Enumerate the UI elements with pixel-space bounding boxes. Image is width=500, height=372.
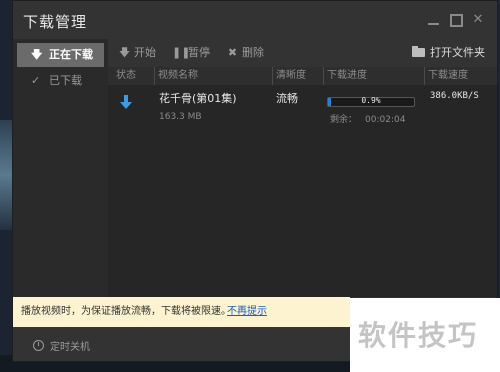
watermark: 软件技巧 bbox=[350, 298, 500, 372]
download-arrow-icon: 🡇 bbox=[31, 48, 43, 61]
throttle-notice: 播放视频时，为保证播放流畅，下载将被限速。 不再提示 bbox=[13, 297, 350, 327]
pause-button[interactable]: ❚❚暂停 bbox=[172, 45, 210, 61]
progress-text: 0.9% bbox=[361, 96, 381, 105]
column-header-status[interactable]: 状态 bbox=[116, 67, 136, 85]
column-header-speed[interactable]: 下载速度 bbox=[424, 67, 468, 85]
download-arrow-icon bbox=[120, 95, 132, 109]
clock-icon bbox=[33, 340, 44, 351]
video-quality: 流畅 bbox=[276, 92, 298, 105]
video-name: 花千骨(第01集) bbox=[159, 92, 237, 105]
start-label: 开始 bbox=[134, 46, 156, 59]
sidebar-item-label: 已下载 bbox=[49, 74, 82, 87]
pause-icon: ❚❚ bbox=[172, 46, 191, 59]
scheduled-shutdown-label: 定时关机 bbox=[50, 342, 90, 353]
scheduled-shutdown-button[interactable]: 定时关机 bbox=[33, 338, 90, 353]
sidebar-item-downloaded[interactable]: ✓ 已下载 bbox=[17, 69, 104, 93]
sidebar-item-downloading[interactable]: 🡇 正在下载 bbox=[17, 43, 104, 67]
check-icon: ✓ bbox=[31, 74, 41, 87]
delete-label: 删除 bbox=[242, 46, 264, 59]
column-header-progress[interactable]: 下载进度 bbox=[323, 67, 367, 85]
title-bar[interactable]: 下载管理 ✕ bbox=[13, 1, 497, 39]
dont-show-again-link[interactable]: 不再提示 bbox=[227, 297, 267, 327]
remaining-value: 00:02:04 bbox=[365, 115, 406, 125]
download-speed: 386.0KB/S bbox=[430, 91, 479, 101]
window-title: 下载管理 bbox=[23, 13, 88, 31]
open-folder-button[interactable]: 打开文件夹 bbox=[412, 45, 485, 61]
download-list: 状态 视频名称 清晰度 下载进度 下载速度 花千骨(第01集) 163.3 MB… bbox=[108, 67, 497, 297]
close-icon: ✖ bbox=[227, 46, 238, 59]
sidebar: 🡇 正在下载 ✓ 已下载 bbox=[13, 39, 108, 297]
watermark-text: 软件技巧 bbox=[358, 319, 479, 352]
file-size: 163.3 MB bbox=[159, 112, 202, 122]
toolbar: 🡇 开始 ❚❚暂停 ✖ 删除 打开文件夹 bbox=[108, 39, 497, 67]
column-header-name[interactable]: 视频名称 bbox=[154, 67, 198, 85]
pause-label: 暂停 bbox=[188, 46, 210, 59]
close-button[interactable]: ✕ bbox=[471, 13, 485, 27]
column-header-quality[interactable]: 清晰度 bbox=[272, 67, 306, 85]
open-folder-label: 打开文件夹 bbox=[430, 46, 485, 59]
start-button[interactable]: 🡇 开始 bbox=[118, 45, 156, 61]
sidebar-item-label: 正在下载 bbox=[49, 48, 93, 61]
maximize-button[interactable] bbox=[449, 13, 463, 27]
minimize-button[interactable] bbox=[427, 13, 441, 27]
folder-icon bbox=[412, 46, 425, 57]
table-row[interactable]: 花千骨(第01集) 163.3 MB 流畅 0.9% 剩余： 00:02:04 3… bbox=[108, 85, 497, 127]
download-arrow-icon: 🡇 bbox=[118, 46, 131, 59]
notice-text: 播放视频时，为保证播放流畅，下载将被限速。 bbox=[21, 306, 231, 317]
remaining-label: 剩余： bbox=[330, 115, 358, 125]
delete-button[interactable]: ✖ 删除 bbox=[226, 45, 264, 61]
progress-bar: 0.9% bbox=[327, 96, 415, 107]
table-header: 状态 视频名称 清晰度 下载进度 下载速度 bbox=[108, 67, 497, 85]
time-remaining: 剩余： 00:02:04 bbox=[330, 112, 405, 125]
